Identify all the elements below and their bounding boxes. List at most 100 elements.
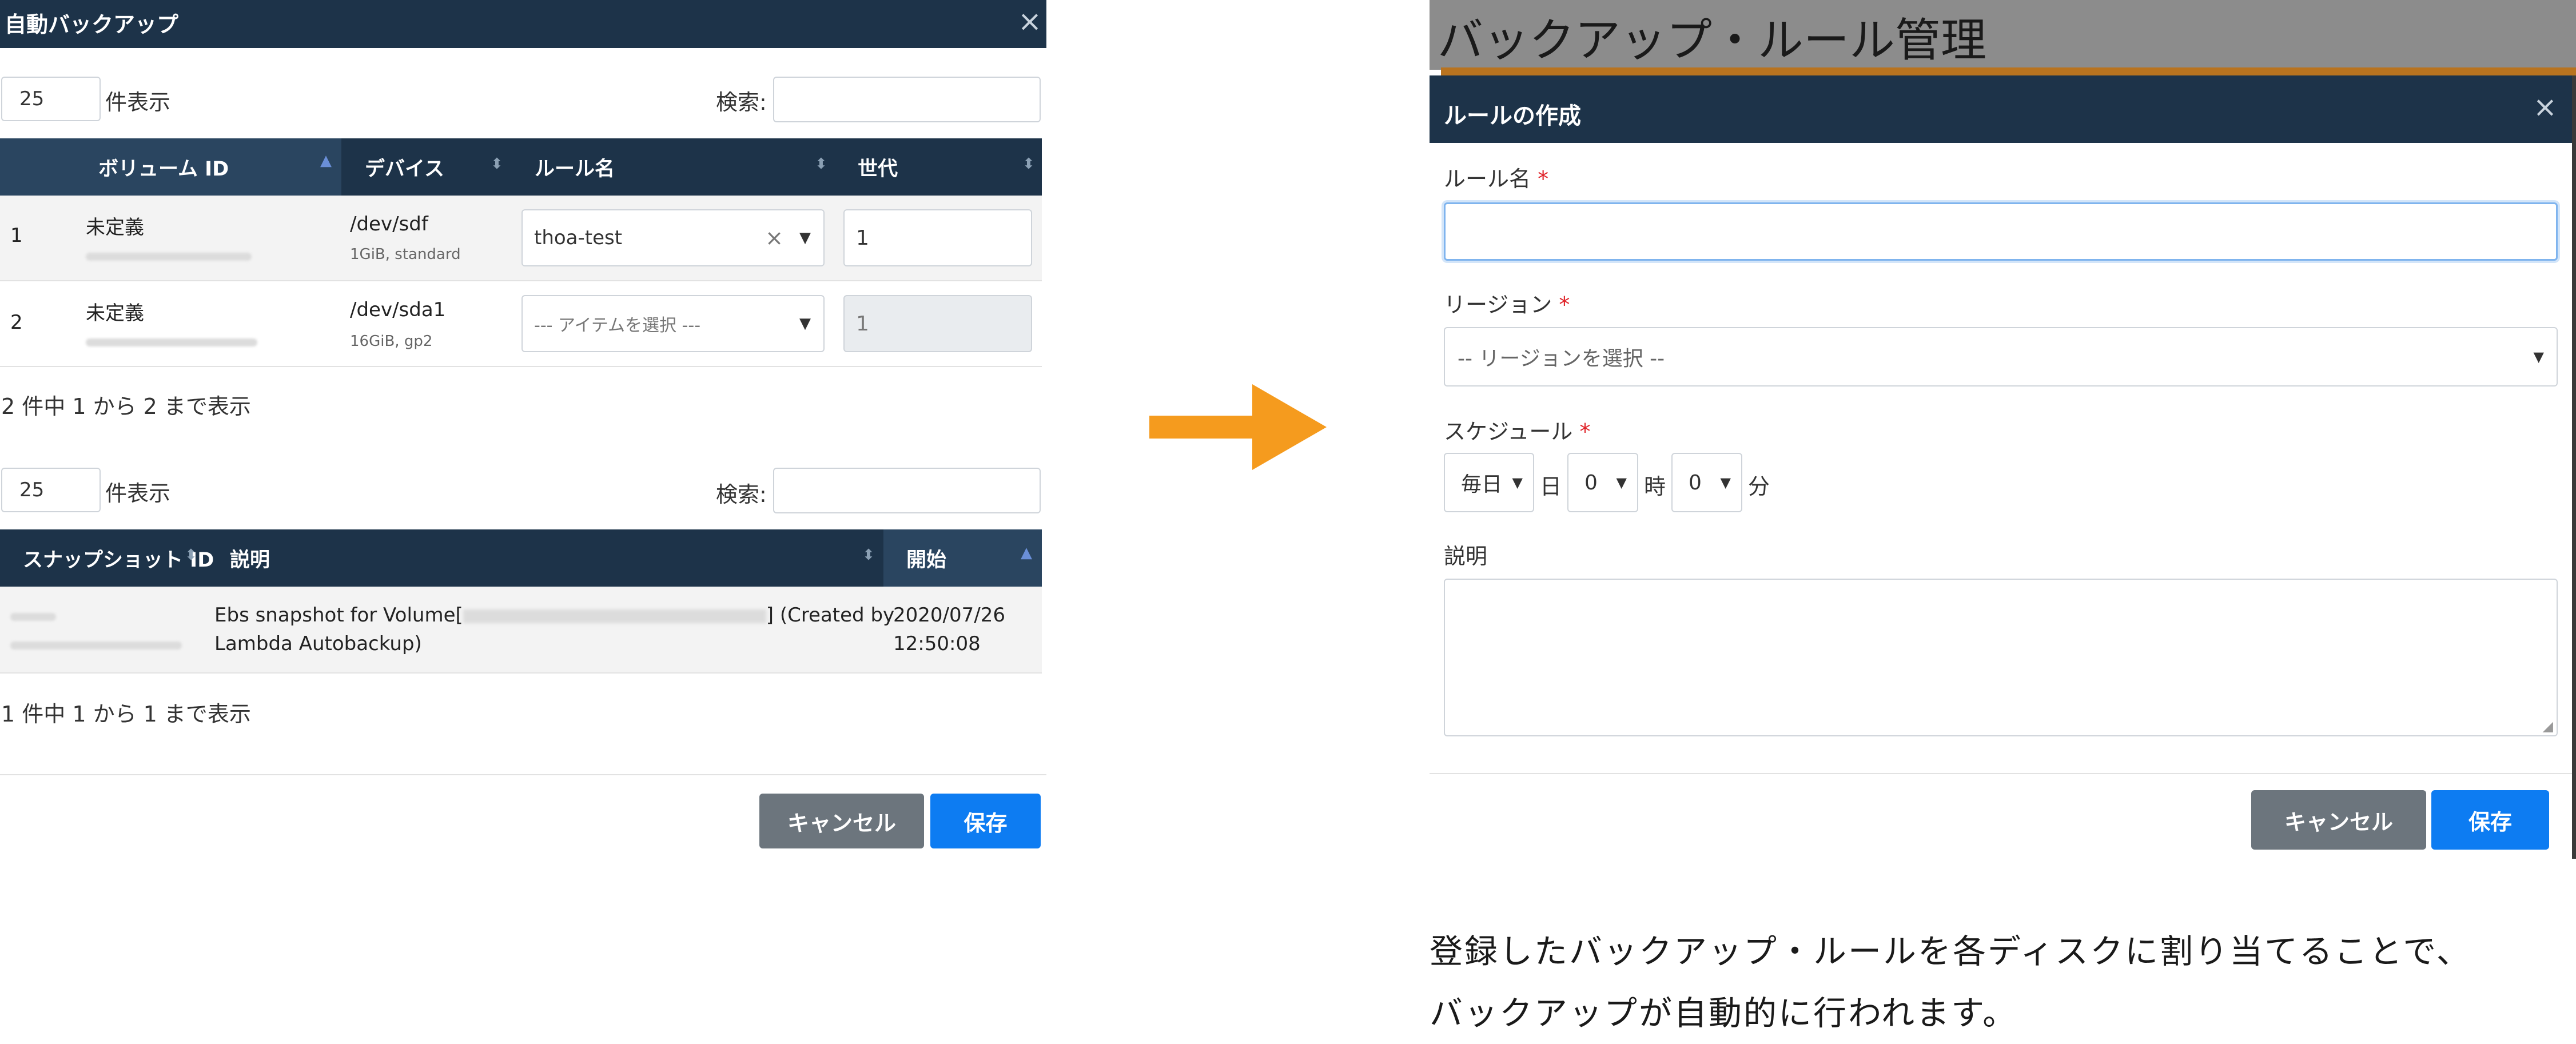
required-mark: * xyxy=(1579,419,1591,444)
clear-icon[interactable]: × xyxy=(765,225,783,250)
cancel-button[interactable]: キャンセル xyxy=(2251,790,2426,850)
day-suffix: 日 xyxy=(1540,474,1562,499)
caption: 登録したバックアップ・ルールを各ディスクに割り当てることで、 バックアップが自動… xyxy=(1430,921,2573,1044)
dialog-footer-divider xyxy=(0,774,1046,775)
page-length-label: 件表示 xyxy=(105,481,171,506)
chevron-down-icon: ▼ xyxy=(1720,475,1731,491)
resize-handle-icon[interactable]: ◢ xyxy=(2543,718,2553,734)
auto-backup-dialog: 自動バックアップ × 25 件表示 検索: ボリューム ID ▲ デバイス ⬍ … xyxy=(0,0,1046,848)
search-label: 検索: xyxy=(716,482,767,507)
search-label: 検索: xyxy=(716,90,767,115)
snapshots-page-length-input[interactable]: 25 xyxy=(1,468,101,512)
close-icon[interactable]: × xyxy=(1018,7,1042,35)
hour-select[interactable]: 0 ▼ xyxy=(1567,453,1638,512)
sort-icon[interactable]: ⬍ xyxy=(1022,157,1035,172)
label-text: ルール名 xyxy=(1444,166,1531,192)
volumes-table-header: ボリューム ID ▲ デバイス ⬍ ルール名 ⬍ 世代 ⬍ xyxy=(0,138,1042,196)
chevron-down-icon: ▼ xyxy=(799,229,811,246)
device-name: /dev/sda1 xyxy=(350,298,446,321)
description-textarea[interactable]: ◢ xyxy=(1444,579,2558,736)
device-name: /dev/sdf xyxy=(350,213,428,236)
row-index: 2 xyxy=(10,311,23,334)
snapshots-table-header: スナップショット ID ⬍ 説明 ⬍ 開始 ▲ xyxy=(0,529,1042,587)
volumes-table-info: 2 件中 1 から 2 まで表示 xyxy=(1,394,251,419)
volumes-search-input[interactable] xyxy=(773,77,1041,122)
chevron-down-icon: ▼ xyxy=(799,315,811,332)
dialog-title: 自動バックアップ xyxy=(5,12,179,37)
frequency-value: 毎日 xyxy=(1461,473,1503,496)
minute-value: 0 xyxy=(1689,471,1702,495)
sort-icon[interactable]: ⬍ xyxy=(815,157,827,172)
table-row: 2 未定義 /dev/sda1 16GiB, gp2 --- アイテムを選択 -… xyxy=(0,281,1042,367)
page-length-label: 件表示 xyxy=(105,90,171,115)
accent-line xyxy=(1441,67,2576,75)
column-header-generation[interactable]: 世代 xyxy=(858,138,898,196)
sort-icon[interactable]: ⬍ xyxy=(862,548,875,563)
index-column-header xyxy=(0,138,75,196)
rule-select[interactable]: --- アイテムを選択 --- ▼ xyxy=(521,295,825,352)
chevron-down-icon: ▼ xyxy=(2533,349,2544,365)
table-row: 1 未定義 /dev/sdf 1GiB, standard thoa-test … xyxy=(0,196,1042,281)
save-button[interactable]: 保存 xyxy=(930,794,1041,848)
region-select[interactable]: -- リージョンを選択 -- ▼ xyxy=(1444,327,2558,386)
redacted-snapshot-id xyxy=(10,613,56,621)
generation-input[interactable]: 1 xyxy=(843,209,1032,266)
chevron-down-icon: ▼ xyxy=(1616,475,1627,491)
generation-input-disabled: 1 xyxy=(843,295,1032,352)
caption-line-1: 登録したバックアップ・ルールを各ディスクに割り当てることで、 xyxy=(1430,932,2471,971)
snapshot-description-line2: Lambda Autobackup) xyxy=(214,632,422,655)
save-button[interactable]: 保存 xyxy=(2431,790,2549,850)
region-label: リージョン * xyxy=(1444,287,1570,318)
column-header-description[interactable]: 説明 xyxy=(230,529,270,587)
background-edge xyxy=(2572,75,2576,859)
rule-name-label: ルール名 * xyxy=(1444,161,1548,193)
rule-select[interactable]: thoa-test × ▼ xyxy=(521,209,825,266)
sort-asc-icon[interactable]: ▲ xyxy=(1021,545,1032,560)
rule-select-placeholder: --- アイテムを選択 --- xyxy=(534,316,701,336)
row-index: 1 xyxy=(10,224,23,247)
snapshot-start-date: 2020/07/26 xyxy=(893,604,1005,627)
page-title: バックアップ・ルール管理 xyxy=(1438,14,1986,67)
device-info: 16GiB, gp2 xyxy=(350,333,433,350)
sort-icon[interactable]: ⬍ xyxy=(491,157,503,172)
device-info: 1GiB, standard xyxy=(350,246,461,263)
redacted-volume-id xyxy=(86,338,257,346)
minute-select[interactable]: 0 ▼ xyxy=(1671,453,1742,512)
sort-asc-icon[interactable]: ▲ xyxy=(320,153,332,168)
dialog-footer-divider xyxy=(1430,773,2572,774)
chevron-down-icon: ▼ xyxy=(1512,475,1523,491)
arrow-right-icon xyxy=(1149,384,1327,470)
snapshots-search-input[interactable] xyxy=(773,468,1041,513)
description-part: ] (Created by xyxy=(766,604,895,627)
column-header-device[interactable]: デバイス xyxy=(365,138,444,196)
minute-suffix: 分 xyxy=(1748,474,1770,499)
sort-icon[interactable]: ⬍ xyxy=(185,548,197,563)
close-icon[interactable]: × xyxy=(2533,93,2557,121)
schedule-label: スケジュール * xyxy=(1444,414,1590,445)
schedule-frequency-select[interactable]: 毎日 ▼ xyxy=(1444,453,1534,512)
description-label: 説明 xyxy=(1444,544,1488,569)
dialog-title: ルールの作成 xyxy=(1444,103,1581,129)
volume-id: 未定義 xyxy=(86,302,144,325)
cancel-button[interactable]: キャンセル xyxy=(759,794,924,848)
snapshots-table-info: 1 件中 1 から 1 まで表示 xyxy=(1,702,251,727)
required-mark: * xyxy=(1559,292,1570,317)
column-header-rule-name[interactable]: ルール名 xyxy=(535,138,615,196)
redacted-snapshot-id xyxy=(10,641,182,649)
page-header-overlay: バックアップ・ルール管理 xyxy=(1430,0,2576,70)
rule-name-input[interactable] xyxy=(1444,202,2558,261)
rule-select-value: thoa-test xyxy=(534,226,623,249)
description-part: Ebs snapshot for Volume[ xyxy=(214,604,463,627)
caption-line-2: バックアップが自動的に行われます。 xyxy=(1430,994,2018,1033)
required-mark: * xyxy=(1538,166,1549,192)
label-text: リージョン xyxy=(1444,292,1552,317)
dialog-header: 自動バックアップ × xyxy=(0,0,1046,48)
label-text: スケジュール xyxy=(1444,419,1573,444)
dialog-header: ルールの作成 × xyxy=(1430,75,2572,143)
snapshot-start-time: 12:50:08 xyxy=(893,632,981,655)
volumes-page-length-input[interactable]: 25 xyxy=(1,77,101,121)
column-header-volume-id[interactable]: ボリューム ID xyxy=(98,138,229,196)
redacted-volume-ref xyxy=(463,609,766,623)
hour-value: 0 xyxy=(1584,471,1598,495)
column-header-start[interactable]: 開始 xyxy=(906,529,946,587)
